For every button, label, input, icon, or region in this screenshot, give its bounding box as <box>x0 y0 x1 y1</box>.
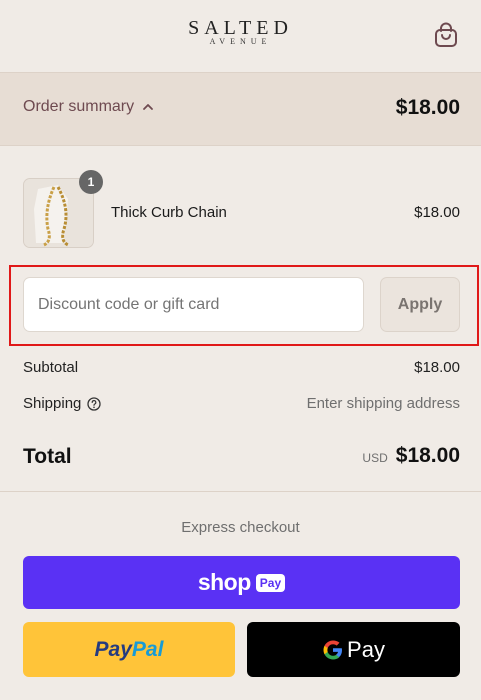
line-item: 1 Thick Curb Chain $18.00 <box>23 170 460 248</box>
quantity-badge: 1 <box>79 170 103 194</box>
help-circle-icon[interactable] <box>87 396 102 411</box>
shipping-value: Enter shipping address <box>306 395 460 412</box>
shipping-label-group: Shipping <box>23 395 102 412</box>
google-g-icon <box>323 640 343 659</box>
google-pay-wordmark: Pay <box>347 636 385 662</box>
currency-code: USD <box>362 451 388 465</box>
apply-discount-button[interactable]: Apply <box>380 277 460 332</box>
discount-code-input[interactable] <box>23 277 364 332</box>
product-price: $18.00 <box>414 204 460 221</box>
brand-name: SALTED <box>188 17 293 39</box>
shopping-bag-icon[interactable] <box>434 22 458 48</box>
subtotal-value: $18.00 <box>414 359 460 376</box>
total-row: Total USD $18.00 <box>23 442 460 474</box>
paypal-button[interactable]: Pay Pal <box>23 622 235 677</box>
order-summary-label: Order summary <box>23 98 135 115</box>
section-divider <box>0 491 481 492</box>
subtotal-row: Subtotal $18.00 <box>23 357 460 379</box>
paypal-wordmark-b: Pal <box>131 637 164 661</box>
product-name: Thick Curb Chain <box>111 204 227 221</box>
shop-pay-badge: Pay <box>255 573 286 592</box>
order-summary-bar: Order summary $18.00 <box>0 73 481 146</box>
total-amount: $18.00 <box>395 444 460 467</box>
express-checkout-heading: Express checkout <box>181 519 300 536</box>
order-summary-toggle[interactable]: Order summary <box>23 98 154 116</box>
total-label: Total <box>23 445 72 468</box>
total-amount-group: USD $18.00 <box>362 444 460 468</box>
order-summary-total: $18.00 <box>395 96 460 119</box>
brand-subname: AVENUE <box>209 37 272 46</box>
subtotal-label: Subtotal <box>23 359 79 376</box>
shipping-row: Shipping Enter shipping address <box>23 393 460 415</box>
shop-pay-button[interactable]: shop Pay <box>23 556 460 609</box>
paypal-wordmark-a: Pay <box>94 637 132 661</box>
chevron-up-icon <box>143 104 154 110</box>
shop-pay-wordmark: shop <box>197 569 251 595</box>
header: SALTED AVENUE <box>0 0 481 73</box>
google-pay-button[interactable]: Pay <box>247 622 460 677</box>
brand-logo[interactable]: SALTED AVENUE <box>0 18 481 46</box>
shipping-label: Shipping <box>23 395 82 412</box>
